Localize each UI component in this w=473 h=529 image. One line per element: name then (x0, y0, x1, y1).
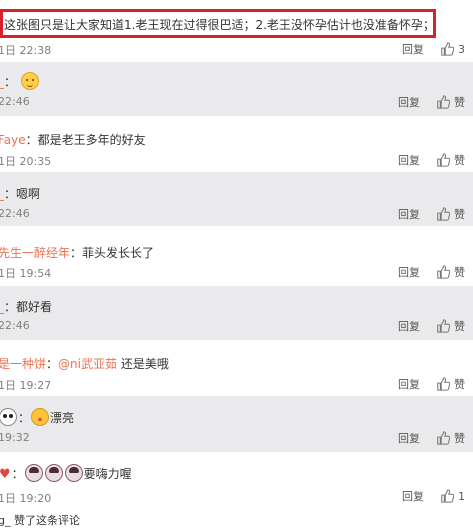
comment-time: 1日 19:27 (0, 379, 52, 392)
reply-button[interactable]: 回复 (398, 376, 420, 392)
comment-time: 1日 19:54 (0, 267, 52, 280)
comment-time: 1日 20:35 (0, 155, 52, 168)
comment-item: 先生一醉经年：菲头发长长了 1日 19:54 回复 赞 (0, 226, 473, 286)
face-emoji-icon (24, 464, 43, 482)
panda-emoji-icon (0, 408, 17, 426)
like-button[interactable]: 赞 (436, 430, 465, 446)
like-button[interactable]: 赞 (436, 318, 465, 334)
comment-text: 这张图只是让大家知道1.老王现在过得很巴适；2.老王没怀孕估计也没准备怀孕； (4, 18, 435, 32)
comment-time: 22:46 (0, 319, 30, 332)
reply-button[interactable]: 回复 (398, 318, 420, 334)
mention-link[interactable]: @ni武亚茹 (58, 357, 117, 371)
like-button[interactable]: 3 (440, 42, 465, 56)
thumbs-up-icon (437, 431, 450, 445)
reply-button[interactable]: 回复 (398, 206, 420, 222)
comment-text: 要嗨力喔 (83, 467, 132, 481)
comment-time: 19:32 (0, 431, 30, 444)
reply-item: _：都好看 22:46 回复 赞 (0, 286, 473, 340)
like-label: 赞 (454, 432, 465, 445)
comment-text: 都是老王多年的好友 (37, 133, 146, 147)
kiss-emoji-icon (31, 408, 50, 426)
reply-item: ：漂亮 19:32 回复 赞 (0, 396, 473, 452)
username-link[interactable]: 是一种饼 (0, 357, 46, 371)
like-label: 赞 (454, 378, 465, 391)
like-button[interactable]: 赞 (436, 206, 465, 222)
sina-logo-icon (60, 496, 84, 514)
thumbs-up-icon (437, 153, 450, 167)
comment-text: 都好看 (16, 300, 53, 314)
thumbs-up-icon (437, 265, 450, 279)
watermark: 新浪娱乐 (60, 496, 143, 516)
face-emoji-icon (44, 464, 63, 482)
like-button[interactable]: 赞 (436, 376, 465, 392)
watermark-text: 新浪娱乐 (87, 499, 143, 515)
username-link[interactable]: Faye (0, 133, 26, 147)
comment-time: 1日 19:20 (0, 492, 52, 505)
thumbs-up-icon (437, 377, 450, 391)
comment-time: 1日 22:38 (0, 44, 52, 57)
comment-list: 这张图只是让大家知道1.老王现在过得很巴适；2.老王没怀孕估计也没准备怀孕； 1… (0, 0, 473, 529)
thumbs-up-icon (441, 489, 454, 503)
like-button[interactable]: 赞 (436, 152, 465, 168)
thumbs-up-icon (437, 95, 450, 109)
reply-item: _：嗯啊 22:46 回复 赞 (0, 172, 473, 226)
like-label: 赞 (454, 320, 465, 333)
reply-button[interactable]: 回复 (402, 488, 424, 504)
comment-time: 22:46 (0, 95, 30, 108)
comment-item: 这张图只是让大家知道1.老王现在过得很巴适；2.老王没怀孕估计也没准备怀孕； 1… (0, 0, 473, 62)
like-label: 赞 (454, 208, 465, 221)
comment-text: 菲头发长长了 (82, 246, 155, 260)
cat-emoji-icon (20, 72, 39, 90)
thumbs-up-icon (437, 319, 450, 333)
reply-button[interactable]: 回复 (402, 41, 424, 57)
face-emoji-icon (64, 464, 83, 482)
like-button[interactable]: 赞 (436, 94, 465, 110)
thumbs-up-icon (441, 42, 454, 56)
like-label: 赞 (454, 96, 465, 109)
like-count: 3 (458, 42, 465, 56)
comment-text: 漂亮 (50, 411, 75, 425)
reply-item: _： 22:46 回复 赞 (0, 62, 473, 116)
like-label: 赞 (454, 266, 465, 279)
comment-text: 嗯啊 (16, 187, 41, 201)
comment-text: 还是美哦 (120, 357, 169, 371)
comment-time: 22:46 (0, 207, 30, 220)
thumbs-up-icon (437, 207, 450, 221)
username-link[interactable]: 先生一醉经年 (0, 246, 70, 260)
reply-button[interactable]: 回复 (398, 152, 420, 168)
comment-item: Faye：都是老王多年的好友 1日 20:35 回复 赞 (0, 116, 473, 172)
comment-item: 是一种饼：@ni武亚茹 还是美哦 1日 19:27 回复 赞 (0, 340, 473, 396)
like-count: 1 (458, 489, 465, 503)
like-button[interactable]: 赞 (436, 264, 465, 280)
reply-button[interactable]: 回复 (398, 264, 420, 280)
reply-button[interactable]: 回复 (398, 94, 420, 110)
like-label: 赞 (454, 154, 465, 167)
like-button[interactable]: 1 (440, 489, 465, 503)
heart-emoji-icon: ♥ (0, 467, 11, 482)
reply-button[interactable]: 回复 (398, 430, 420, 446)
